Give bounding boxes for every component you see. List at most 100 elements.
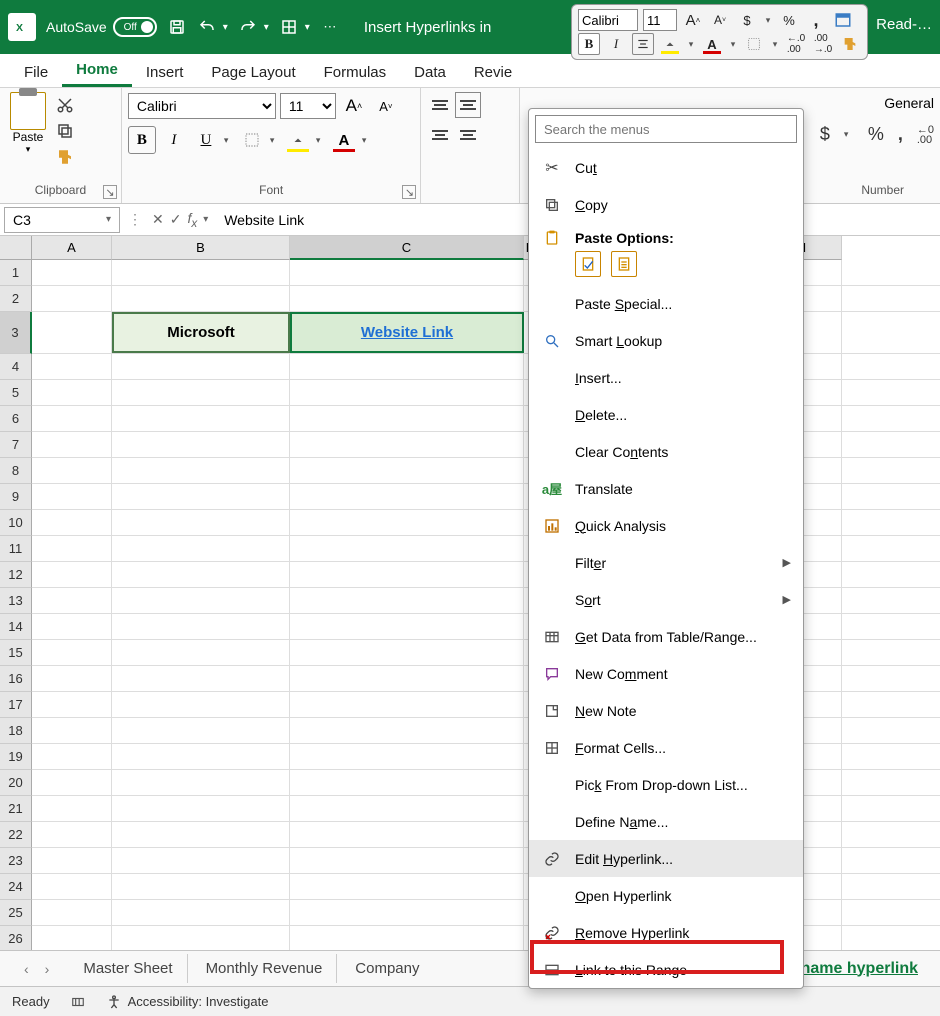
- row-header-14[interactable]: 14: [0, 614, 32, 640]
- menu-open-hyperlink[interactable]: Open Hyperlink: [529, 877, 803, 914]
- mini-font-size[interactable]: [643, 9, 677, 31]
- cell-B11[interactable]: [112, 536, 290, 561]
- column-header-C[interactable]: C: [290, 236, 524, 260]
- menu-sort[interactable]: Sort▶: [529, 581, 803, 618]
- currency-dropdown-icon[interactable]: ▾: [844, 129, 854, 140]
- cell-B20[interactable]: [112, 770, 290, 795]
- row-header-17[interactable]: 17: [0, 692, 32, 718]
- percent-button[interactable]: %: [868, 124, 884, 145]
- menu-paste-special[interactable]: Paste Special...: [529, 285, 803, 322]
- sheet-prev-icon[interactable]: ‹: [24, 961, 29, 977]
- qat-dropdown-icon[interactable]: ▾: [305, 22, 310, 33]
- cell-C11[interactable]: [290, 536, 524, 561]
- fill-color-dropdown-icon[interactable]: ▾: [316, 135, 326, 146]
- sheet-tab-revenue[interactable]: Monthly Revenue: [192, 954, 338, 983]
- sheet-tab-master[interactable]: Master Sheet: [69, 954, 187, 983]
- font-color-dropdown-icon[interactable]: ▾: [728, 33, 738, 55]
- accessibility-status[interactable]: Accessibility: Investigate: [106, 994, 269, 1010]
- row-header-15[interactable]: 15: [0, 640, 32, 666]
- cell-B18[interactable]: [112, 718, 290, 743]
- row-header-8[interactable]: 8: [0, 458, 32, 484]
- cell-C9[interactable]: [290, 484, 524, 509]
- percent-icon[interactable]: %: [778, 9, 800, 31]
- search-menus-input[interactable]: [535, 115, 797, 143]
- menu-filter[interactable]: Filter▶: [529, 544, 803, 581]
- menu-new-note[interactable]: New Note: [529, 692, 803, 729]
- qat-more-icon[interactable]: ⋯: [320, 17, 340, 37]
- cell-A3[interactable]: [32, 312, 112, 353]
- menu-smart-lookup[interactable]: Smart Lookup: [529, 322, 803, 359]
- font-color-icon[interactable]: A: [701, 33, 723, 55]
- font-launcher-icon[interactable]: ↘: [402, 185, 416, 199]
- currency-dropdown-icon[interactable]: ▾: [763, 9, 773, 31]
- cell-C19[interactable]: [290, 744, 524, 769]
- row-header-23[interactable]: 23: [0, 848, 32, 874]
- row-header-12[interactable]: 12: [0, 562, 32, 588]
- cell-B5[interactable]: [112, 380, 290, 405]
- name-box[interactable]: C3 ▾: [4, 207, 120, 233]
- cell-A26[interactable]: [32, 926, 112, 951]
- menu-cut[interactable]: ✂ Cut: [529, 149, 803, 186]
- format-painter-icon[interactable]: [839, 33, 861, 55]
- redo-dropdown-icon[interactable]: ▾: [264, 22, 269, 33]
- column-header-B[interactable]: B: [112, 236, 290, 260]
- menu-edit-hyperlink[interactable]: Edit Hyperlink...: [529, 840, 803, 877]
- align-left-icon[interactable]: [427, 122, 453, 148]
- cell-A12[interactable]: [32, 562, 112, 587]
- paste-option-1[interactable]: [575, 251, 601, 277]
- paste-option-2[interactable]: [611, 251, 637, 277]
- tab-insert[interactable]: Insert: [132, 58, 198, 87]
- cut-icon[interactable]: [54, 94, 76, 116]
- row-header-1[interactable]: 1: [0, 260, 32, 286]
- border-dropdown-icon[interactable]: ▾: [770, 33, 780, 55]
- cell-B17[interactable]: [112, 692, 290, 717]
- cell-C6[interactable]: [290, 406, 524, 431]
- menu-define-name[interactable]: Define Name...: [529, 803, 803, 840]
- cell-C25[interactable]: [290, 900, 524, 925]
- autosave-toggle[interactable]: AutoSave Off: [46, 17, 157, 37]
- menu-remove-hyperlink[interactable]: Remove Hyperlink: [529, 914, 803, 951]
- sheet-tab-highlight[interactable]: name hyperlink: [801, 960, 932, 978]
- paste-button[interactable]: Paste ▾: [6, 92, 50, 155]
- row-header-11[interactable]: 11: [0, 536, 32, 562]
- cell-A19[interactable]: [32, 744, 112, 769]
- cell-C21[interactable]: [290, 796, 524, 821]
- menu-get-data[interactable]: Get Data from Table/Range...: [529, 618, 803, 655]
- cell-A22[interactable]: [32, 822, 112, 847]
- cell-A13[interactable]: [32, 588, 112, 613]
- decrease-decimal-icon[interactable]: .00→.0: [812, 33, 834, 55]
- font-color-dropdown-icon[interactable]: ▾: [362, 135, 372, 146]
- cell-A16[interactable]: [32, 666, 112, 691]
- toggle-switch[interactable]: Off: [113, 17, 157, 37]
- cell-B6[interactable]: [112, 406, 290, 431]
- cell-B25[interactable]: [112, 900, 290, 925]
- fill-color-button[interactable]: [284, 126, 312, 154]
- cell-B23[interactable]: [112, 848, 290, 873]
- menu-quick-analysis[interactable]: Quick Analysis: [529, 507, 803, 544]
- row-header-19[interactable]: 19: [0, 744, 32, 770]
- currency-icon[interactable]: $: [736, 9, 758, 31]
- tab-review[interactable]: Revie: [460, 58, 526, 87]
- row-header-2[interactable]: 2: [0, 286, 32, 312]
- underline-button[interactable]: U: [192, 126, 220, 154]
- cell-C17[interactable]: [290, 692, 524, 717]
- cell-B10[interactable]: [112, 510, 290, 535]
- cell-C16[interactable]: [290, 666, 524, 691]
- menu-copy[interactable]: Copy: [529, 186, 803, 223]
- cell-C13[interactable]: [290, 588, 524, 613]
- format-table-icon[interactable]: [832, 9, 854, 31]
- cell-A18[interactable]: [32, 718, 112, 743]
- cell-B19[interactable]: [112, 744, 290, 769]
- cell-A14[interactable]: [32, 614, 112, 639]
- cell-A21[interactable]: [32, 796, 112, 821]
- align-middle-icon[interactable]: [455, 92, 481, 118]
- cell-A2[interactable]: [32, 286, 112, 311]
- cell-B12[interactable]: [112, 562, 290, 587]
- menu-new-comment[interactable]: New Comment: [529, 655, 803, 692]
- cell-B22[interactable]: [112, 822, 290, 847]
- cell-B15[interactable]: [112, 640, 290, 665]
- cell-B16[interactable]: [112, 666, 290, 691]
- cell-C23[interactable]: [290, 848, 524, 873]
- cell-A8[interactable]: [32, 458, 112, 483]
- align-center-icon[interactable]: [455, 122, 481, 148]
